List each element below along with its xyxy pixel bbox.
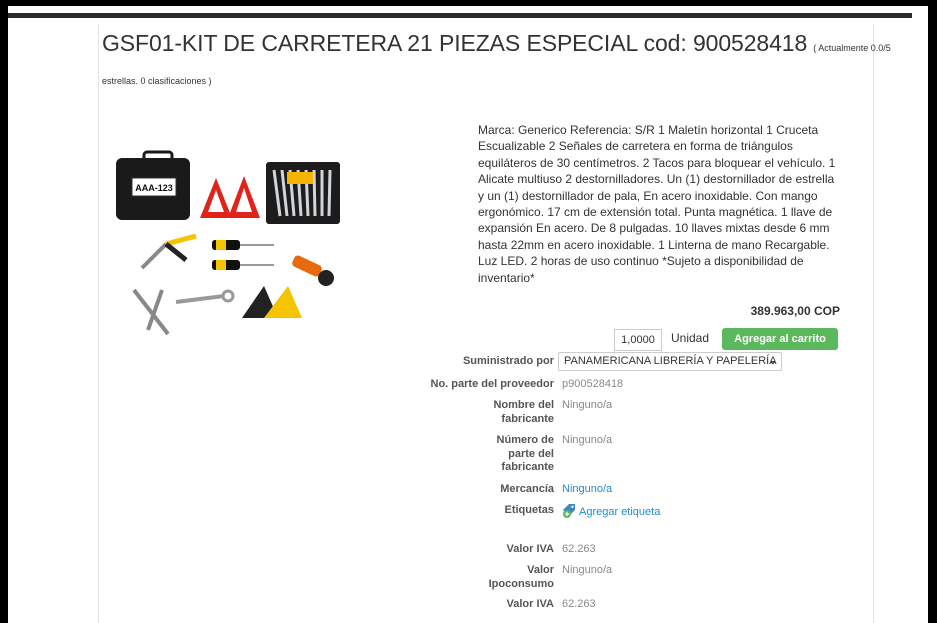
rating-summary: ( Actualmente 0.0/5 <box>813 43 891 53</box>
supplier-select[interactable]: PANAMERICANA LIBRERÍA Y PAPELERÍA ⌄ <box>558 352 782 371</box>
pliers-icon <box>140 233 197 270</box>
screwdriver-icon <box>212 240 274 270</box>
case-label: AAA-123 <box>135 183 173 193</box>
unit-label: Unidad <box>671 331 710 345</box>
manufacturer-part-label: Número de parte del fabricante <box>496 434 554 473</box>
wheel-chock-icon <box>242 286 302 318</box>
manufacturer-name-label: Nombre del fabricante <box>493 399 554 425</box>
flashlight-icon <box>292 255 334 286</box>
cross-wrench-icon <box>132 288 170 336</box>
commodity-link[interactable]: Ninguno/a <box>562 483 612 497</box>
iva-label: Valor IVA <box>506 543 554 555</box>
chevron-down-icon: ⌄ <box>768 356 777 367</box>
content-border-left <box>98 24 99 623</box>
iva-value: 62.263 <box>562 543 596 555</box>
supplier-label: Suministrado por <box>462 355 554 367</box>
case-icon: AAA-123 <box>116 150 190 220</box>
add-tag-link[interactable]: Agregar etiqueta <box>562 504 660 520</box>
product-price: 389.963,00 COP <box>750 304 840 318</box>
rating-summary-continued: estrellas. 0 clasificaciones ) <box>102 76 212 86</box>
add-tag-label: Agregar etiqueta <box>579 506 661 518</box>
manufacturer-part-value: Ninguno/a <box>562 434 613 446</box>
adjustable-wrench-icon <box>175 289 235 304</box>
manufacturer-name-value: Ninguno/a <box>562 399 613 411</box>
tag-add-icon <box>563 504 575 518</box>
add-to-cart-button[interactable]: Agregar al carrito <box>722 328 838 350</box>
product-title-text: GSF01-KIT DE CARRETERA 21 PIEZAS ESPECIA… <box>102 30 808 56</box>
commodity-label: Mercancía <box>500 483 554 495</box>
supplier-part-value: p900528418 <box>562 378 624 390</box>
product-title: GSF01-KIT DE CARRETERA 21 PIEZAS ESPECIA… <box>102 30 891 57</box>
content-border-right <box>873 24 874 623</box>
iva-value-2: 62.263 <box>562 598 596 610</box>
ipoconsumo-value: Ninguno/a <box>562 564 613 576</box>
ipoconsumo-label: Valor Ipoconsumo <box>488 564 554 590</box>
supplier-part-label: No. parte del proveedor <box>430 378 554 390</box>
quantity-input[interactable] <box>614 329 662 351</box>
tags-label: Etiquetas <box>504 504 554 516</box>
top-bar <box>8 13 912 18</box>
warning-triangle-icon <box>200 176 260 218</box>
product-image: AAA-123 <box>116 150 340 336</box>
wrench-set-icon <box>266 162 340 224</box>
iva-label-2: Valor IVA <box>506 598 554 610</box>
supplier-select-value: PANAMERICANA LIBRERÍA Y PAPELERÍA <box>564 355 777 367</box>
product-description: Marca: Generico Referencia: S/R 1 Maletí… <box>478 123 836 285</box>
